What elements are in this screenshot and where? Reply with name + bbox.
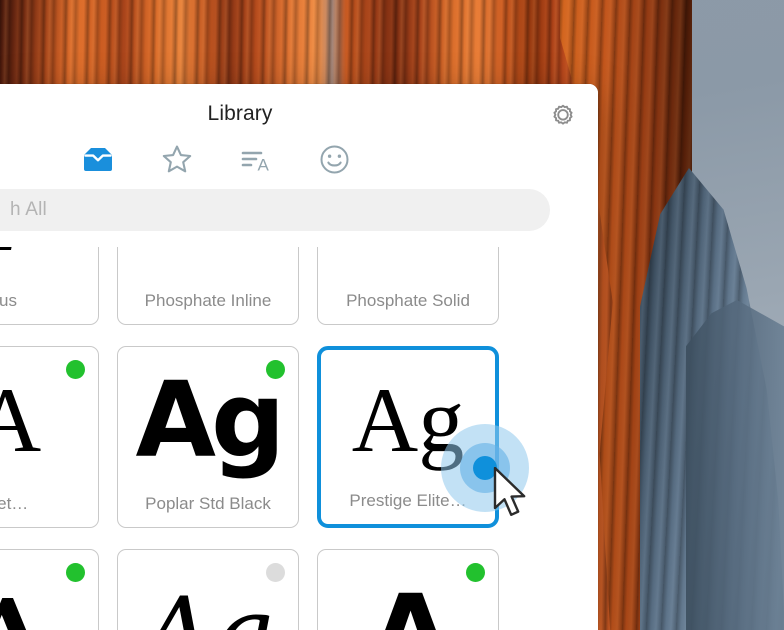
card-partial-left-mid[interactable]: Anet… (0, 346, 99, 528)
window-header: Library A (0, 84, 598, 189)
star-outline-icon (161, 144, 193, 180)
font-status-dot-green[interactable] (66, 360, 85, 379)
wallpaper-ridge (686, 300, 784, 630)
font-status-dot-green[interactable] (266, 360, 285, 379)
gear-icon (549, 102, 577, 135)
card-prestige-elite[interactable]: Ag Prestige Elite… (317, 346, 499, 528)
card-phosphate-solid[interactable]: Phosphate Solid (317, 247, 499, 325)
font-specimen (318, 247, 498, 291)
font-name-label: Phosphate Inline (144, 291, 272, 310)
card-partial-right-bot[interactable]: A (317, 549, 499, 630)
tab-favorites[interactable] (137, 142, 216, 182)
card-partial-script-bot[interactable]: Ag (117, 549, 299, 630)
font-specimen: ʔ (0, 247, 98, 291)
font-name-label: us (0, 291, 17, 310)
font-status-dot-green[interactable] (466, 563, 485, 582)
card-partial-left-top[interactable]: ʔus (0, 247, 99, 325)
font-grid-row: AAgA (0, 549, 598, 630)
font-status-dot-gray[interactable] (266, 563, 285, 582)
font-status-dot-green[interactable] (66, 563, 85, 582)
font-specimen: Ag (351, 368, 465, 471)
search-input[interactable]: h All (0, 189, 550, 231)
search-placeholder: h All (10, 199, 47, 220)
card-phosphate-inline[interactable]: Phosphate Inline (117, 247, 299, 325)
font-name-label: net… (0, 494, 29, 513)
font-specimen: A (318, 550, 498, 630)
tab-emoji[interactable] (295, 142, 374, 182)
font-grid-row: ʔus Phosphate Inline Phosphate Solid (0, 247, 598, 346)
settings-button[interactable] (546, 101, 580, 135)
font-name-label: Prestige Elite… (349, 491, 467, 510)
font-name-label: Poplar Std Black (145, 494, 271, 513)
font-grid-row: Anet…AgPoplar Std Black Ag Prestige Elite… (0, 346, 598, 549)
card-partial-left-bot[interactable]: A (0, 549, 99, 630)
font-specimen: Ag (118, 550, 298, 630)
font-grid-area[interactable]: ʔusPhosphate InlinePhosphate SolidAnet…A… (0, 247, 598, 630)
font-specimen: A (0, 550, 98, 630)
font-specimen (118, 247, 298, 291)
tab-library[interactable] (58, 142, 137, 182)
inbox-tray-icon (82, 146, 114, 179)
library-window: Library A h All us Phosphate Inline Phos… (0, 84, 598, 630)
font-name-label: Phosphate Solid (346, 291, 470, 310)
search-bar-wrap: h All (0, 189, 598, 247)
font-grid: ʔusPhosphate InlinePhosphate SolidAnet…A… (0, 247, 598, 630)
svg-text:A: A (257, 155, 269, 174)
card-poplar-std-black[interactable]: Ag Poplar Std Black (117, 346, 299, 528)
sort-text-a-icon: A (240, 146, 272, 179)
toolbar-tabs: A (58, 142, 374, 182)
tab-sort[interactable]: A (216, 142, 295, 182)
smiley-face-icon (319, 144, 350, 180)
page-title: Library (207, 102, 273, 125)
